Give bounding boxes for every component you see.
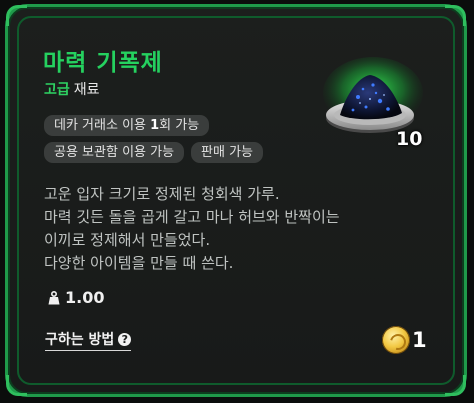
how-to-obtain-label: 구하는 방법 (45, 332, 115, 348)
tag-sellable: 판매 가능 (191, 142, 264, 163)
description-line: 고운 입자 크기로 정제된 청회색 가루. (44, 185, 280, 203)
frame-corner-bottom-left (6, 375, 27, 396)
frame-corner-top-left (6, 5, 27, 26)
price-value: 1 (412, 328, 427, 352)
item-quantity: 10 (396, 128, 423, 150)
description-line: 마력 깃든 돌을 곱게 갈고 마나 허브와 반짝이는 (44, 208, 340, 226)
item-grade: 고급 (44, 82, 70, 98)
gold-coin-icon (382, 326, 410, 354)
how-to-obtain-link[interactable]: 구하는 방법 ? (45, 329, 132, 351)
help-icon: ? (118, 332, 132, 346)
frame-corner-top-right (445, 5, 466, 26)
item-grade-category: 고급 재료 (44, 79, 100, 99)
tag-shared-storage: 공용 보관함 이용 가능 (44, 142, 185, 163)
item-tags: 데카 거래소 이용 1회 가능 공용 보관함 이용 가능 판매 가능 (44, 115, 314, 169)
item-price: 1 (382, 326, 427, 354)
description-line: 다양한 아이템을 만들 때 쓴다. (44, 254, 234, 272)
frame-corner-bottom-right (445, 375, 466, 396)
weight-icon (48, 290, 60, 304)
weight-value: 1.00 (65, 288, 105, 307)
item-name: 마력 기폭제 (43, 50, 163, 76)
item-description: 고운 입자 크기로 정제된 청회색 가루. 마력 깃든 돌을 곱게 갈고 마나 … (44, 183, 424, 275)
item-weight: 1.00 (48, 288, 104, 307)
tag-exchange-limit: 데카 거래소 이용 1회 가능 (44, 115, 210, 136)
item-category: 재료 (73, 82, 100, 98)
description-line: 이끼로 정제해서 만들었다. (44, 231, 211, 249)
